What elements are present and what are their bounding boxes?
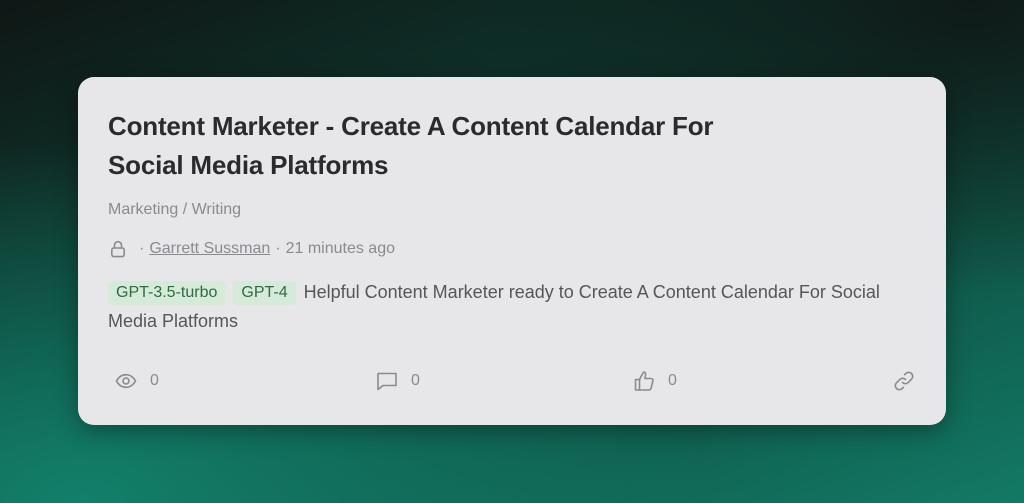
timestamp: 21 minutes ago <box>285 240 395 257</box>
comment-icon[interactable] <box>375 369 399 393</box>
prompt-meta: · Garrett Sussman · 21 minutes ago <box>108 238 916 260</box>
lock-icon <box>108 238 128 260</box>
views-stat: 0 <box>114 369 159 393</box>
likes-count: 0 <box>668 372 677 389</box>
stats-bar: 0 0 0 <box>114 369 916 393</box>
comments-stat[interactable]: 0 <box>375 369 420 393</box>
author-link[interactable]: Garrett Sussman <box>149 240 270 258</box>
link-icon[interactable] <box>892 369 916 393</box>
eye-icon <box>114 369 138 393</box>
likes-stat[interactable]: 0 <box>632 369 677 393</box>
prompt-title[interactable]: Content Marketer - Create A Content Cale… <box>108 107 748 185</box>
prompt-card[interactable]: Content Marketer - Create A Content Cale… <box>78 77 946 425</box>
copy-link-button[interactable] <box>892 369 916 393</box>
model-tag: GPT-3.5-turbo <box>108 281 226 305</box>
meta-separator: · <box>139 240 145 257</box>
prompt-description-block: GPT-3.5-turbo GPT-4 Helpful Content Market… <box>108 278 928 336</box>
meta-separator: · <box>275 240 281 257</box>
model-tag: GPT-4 <box>233 281 296 305</box>
thumbs-up-icon[interactable] <box>632 369 656 393</box>
comments-count: 0 <box>411 372 420 389</box>
views-count: 0 <box>150 372 159 389</box>
prompt-category: Marketing / Writing <box>108 201 242 218</box>
